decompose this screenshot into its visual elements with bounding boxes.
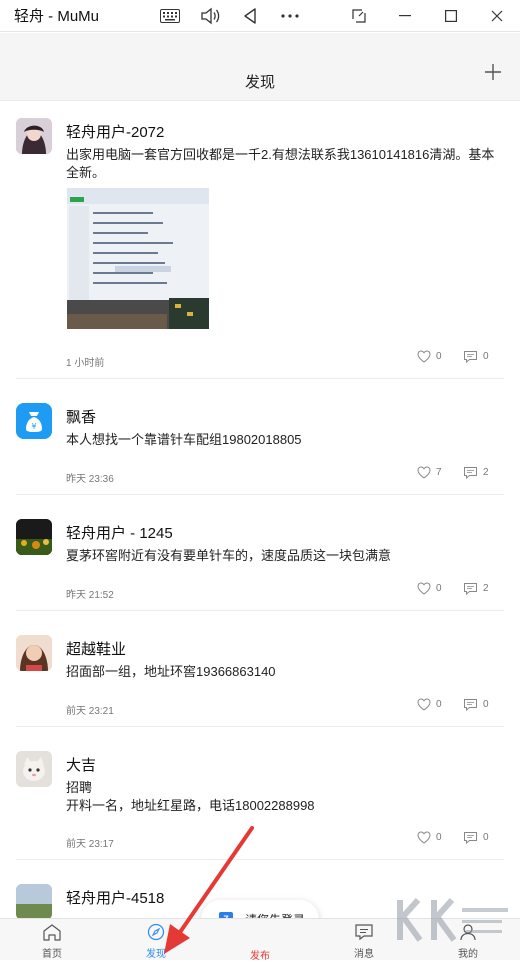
like-button[interactable]: 7 [417, 466, 442, 479]
post-text: 夏茅环窖附近有没有要单针车的，速度品质这一块包满意 [66, 548, 392, 563]
heart-icon [417, 698, 431, 711]
like-button[interactable]: 0 [417, 350, 442, 363]
comment-icon [464, 699, 477, 711]
comment-count: 2 [483, 467, 489, 478]
window-title: 轻舟 - MuMu [14, 8, 100, 25]
comment-icon [464, 583, 477, 595]
add-post-button[interactable] [482, 61, 504, 83]
like-count: 0 [436, 699, 442, 710]
comment-button[interactable]: 0 [463, 698, 489, 711]
comment-icon [464, 351, 477, 363]
avatar[interactable] [16, 635, 52, 671]
tab-messages[interactable]: 消息 [334, 923, 394, 960]
comment-icon [464, 467, 477, 479]
feed-post[interactable]: 轻舟用户-2072 出家用电脑一套官方回收都是一千2.有想法联系我1361014… [16, 102, 504, 379]
comment-count: 2 [483, 583, 489, 594]
like-count: 0 [436, 832, 442, 843]
post-text-line: 招聘 [66, 780, 93, 795]
avatar[interactable]: ¥ [16, 403, 52, 439]
comment-count: 0 [483, 351, 489, 362]
tab-home[interactable]: 首页 [22, 923, 82, 960]
like-count: 0 [436, 351, 442, 362]
post-username[interactable]: 飘香 [66, 406, 96, 427]
post-username[interactable]: 超越鞋业 [66, 638, 126, 659]
post-time: 前天 23:17 [66, 839, 114, 850]
home-icon [43, 924, 61, 941]
plus-icon [485, 64, 501, 80]
post-text: 本人想找一个靠谱针车配组19802018805 [66, 432, 302, 447]
avatar[interactable] [16, 884, 52, 918]
more-icon[interactable] [270, 0, 310, 32]
like-button[interactable]: 0 [417, 698, 442, 711]
back-icon[interactable] [230, 0, 270, 32]
maximize-icon[interactable] [428, 0, 474, 32]
like-count: 0 [436, 583, 442, 594]
post-text: 出家用电脑一套官方回收都是一千2.有想法联系我13610141816清湖。基本全… [66, 147, 495, 180]
post-time: 昨天 23:36 [66, 474, 114, 485]
avatar[interactable] [16, 751, 52, 787]
post-text-line: 开料一名，地址红星路，电话18002288998 [66, 798, 315, 813]
like-button[interactable]: 0 [417, 582, 442, 595]
keyboard-icon[interactable] [150, 0, 190, 32]
avatar[interactable] [16, 118, 52, 154]
money-bag-icon: ¥ [16, 403, 52, 439]
post-time: 前天 23:21 [66, 706, 114, 717]
comment-button[interactable]: 2 [463, 582, 489, 595]
heart-icon [417, 582, 431, 595]
heart-icon [417, 350, 431, 363]
comment-count: 0 [483, 832, 489, 843]
comment-icon [464, 832, 477, 844]
post-time: 1 小时前 [66, 358, 105, 369]
post-time: 昨天 21:52 [66, 590, 114, 601]
comment-count: 0 [483, 699, 489, 710]
annotation-arrow [164, 826, 254, 954]
like-button[interactable]: 0 [417, 831, 442, 844]
page-title: 发现 [244, 74, 275, 91]
comment-button[interactable]: 0 [463, 831, 489, 844]
volume-icon[interactable] [190, 0, 230, 32]
post-username[interactable]: 轻舟用户 - 1245 [66, 522, 173, 543]
heart-icon [417, 831, 431, 844]
post-image[interactable] [67, 188, 209, 329]
feed-post[interactable]: 轻舟用户 - 1245 夏茅环窖附近有没有要单针车的，速度品质这一块包满意 昨天… [16, 495, 504, 611]
comment-button[interactable]: 2 [463, 466, 489, 479]
watermark-logo [397, 897, 508, 942]
comment-button[interactable]: 0 [463, 350, 489, 363]
avatar[interactable] [16, 519, 52, 555]
post-text: 招面部一组，地址环窖19366863140 [66, 664, 276, 679]
tab-label: 消息 [354, 949, 374, 960]
post-username[interactable]: 大吉 [66, 754, 96, 775]
svg-text:¥: ¥ [31, 422, 36, 431]
minimize-icon[interactable] [382, 0, 428, 32]
app-header: 发现 [0, 33, 520, 101]
tab-label: 首页 [42, 949, 62, 960]
like-count: 7 [436, 467, 442, 478]
close-icon[interactable] [474, 0, 520, 32]
heart-icon [417, 466, 431, 479]
post-username[interactable]: 轻舟用户-2072 [66, 121, 164, 142]
screenshot-icon[interactable] [336, 0, 382, 32]
window-titlebar: 轻舟 - MuMu [0, 0, 520, 32]
feed-post[interactable]: 超越鞋业 招面部一组，地址环窖19366863140 前天 23:21 0 0 [16, 611, 504, 727]
feed-list: 轻舟用户-2072 出家用电脑一套官方回收都是一千2.有想法联系我1361014… [0, 102, 520, 918]
message-icon [355, 924, 373, 941]
feed-post[interactable]: ¥ 飘香 本人想找一个靠谱针车配组19802018805 昨天 23:36 7 … [16, 379, 504, 495]
